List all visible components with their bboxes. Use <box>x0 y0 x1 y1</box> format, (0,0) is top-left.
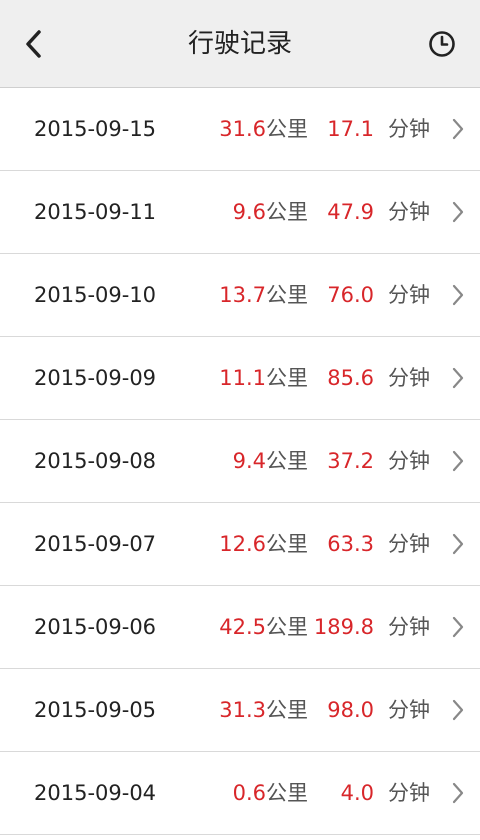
record-date: 2015-09-04 <box>34 781 157 805</box>
distance-value: 31.6 <box>219 117 266 141</box>
chevron-right-icon <box>446 116 470 142</box>
duration-value: 63.3 <box>327 532 374 556</box>
record-date: 2015-09-10 <box>34 283 157 307</box>
record-distance: 42.5公里 <box>219 586 308 668</box>
distance-unit: 公里 <box>266 698 308 722</box>
distance-value: 9.6 <box>232 200 266 224</box>
duration-unit: 分钟 <box>388 532 430 556</box>
record-distance: 0.6公里 <box>233 752 308 834</box>
record-date: 2015-09-11 <box>34 200 157 224</box>
list-item[interactable]: 2015-09-06 42.5公里 189.8 分钟 <box>0 586 480 669</box>
list-item[interactable]: 2015-09-07 12.6公里 63.3 分钟 <box>0 503 480 586</box>
distance-unit: 公里 <box>266 781 308 805</box>
distance-unit: 公里 <box>266 117 308 141</box>
distance-unit: 公里 <box>266 615 308 639</box>
back-button[interactable] <box>14 22 54 66</box>
duration-unit: 分钟 <box>388 200 430 224</box>
record-distance: 9.6公里 <box>233 171 308 253</box>
distance-value: 31.3 <box>219 698 266 722</box>
distance-unit: 公里 <box>266 366 308 390</box>
duration-unit: 分钟 <box>388 449 430 473</box>
distance-unit: 公里 <box>266 449 308 473</box>
record-distance: 31.3公里 <box>219 669 308 751</box>
record-distance: 12.6公里 <box>219 503 308 585</box>
duration-unit: 分钟 <box>388 366 430 390</box>
duration-value: 189.8 <box>313 615 374 639</box>
distance-value: 42.5 <box>219 615 266 639</box>
list-item[interactable]: 2015-09-11 9.6公里 47.9 分钟 <box>0 171 480 254</box>
record-date: 2015-09-09 <box>34 366 157 390</box>
distance-unit: 公里 <box>266 200 308 224</box>
duration-value: 85.6 <box>327 366 374 390</box>
distance-value: 11.1 <box>219 366 266 390</box>
chevron-left-icon <box>26 30 41 58</box>
duration-value: 17.1 <box>327 117 374 141</box>
page-title: 行驶记录 <box>187 29 292 59</box>
list-item[interactable]: 2015-09-04 0.6公里 4.0 分钟 <box>0 752 480 835</box>
record-distance: 9.4公里 <box>233 420 308 502</box>
chevron-right-icon <box>446 365 470 391</box>
list-item[interactable]: 2015-09-15 31.6公里 17.1 分钟 <box>0 88 480 171</box>
record-distance: 11.1公里 <box>219 337 308 419</box>
list-item[interactable]: 2015-09-08 9.4公里 37.2 分钟 <box>0 420 480 503</box>
chevron-right-icon <box>446 199 470 225</box>
chevron-right-icon <box>446 614 470 640</box>
clock-icon <box>429 31 455 57</box>
list-item[interactable]: 2015-09-09 11.1公里 85.6 分钟 <box>0 337 480 420</box>
record-date: 2015-09-15 <box>34 117 157 141</box>
duration-value: 4.0 <box>340 781 374 805</box>
duration-unit: 分钟 <box>388 615 430 639</box>
record-date: 2015-09-07 <box>34 532 157 556</box>
record-distance: 13.7公里 <box>219 254 308 336</box>
app-header: 行驶记录 <box>0 0 480 88</box>
record-list: 2015-09-15 31.6公里 17.1 分钟 2015-09-11 9.6… <box>0 88 480 835</box>
chevron-right-icon <box>446 780 470 806</box>
chevron-right-icon <box>446 531 470 557</box>
distance-value: 9.4 <box>232 449 266 473</box>
record-date: 2015-09-06 <box>34 615 157 639</box>
duration-value: 37.2 <box>327 449 374 473</box>
chevron-right-icon <box>446 282 470 308</box>
record-date: 2015-09-05 <box>34 698 157 722</box>
chevron-right-icon <box>446 697 470 723</box>
duration-unit: 分钟 <box>388 283 430 307</box>
distance-value: 13.7 <box>219 283 266 307</box>
duration-value: 47.9 <box>327 200 374 224</box>
duration-value: 98.0 <box>327 698 374 722</box>
history-button[interactable] <box>424 26 460 62</box>
record-distance: 31.6公里 <box>219 88 308 170</box>
chevron-right-icon <box>446 448 470 474</box>
distance-unit: 公里 <box>266 283 308 307</box>
record-date: 2015-09-08 <box>34 449 157 473</box>
duration-unit: 分钟 <box>388 698 430 722</box>
duration-value: 76.0 <box>327 283 374 307</box>
distance-value: 0.6 <box>232 781 266 805</box>
duration-unit: 分钟 <box>388 781 430 805</box>
duration-unit: 分钟 <box>388 117 430 141</box>
distance-value: 12.6 <box>219 532 266 556</box>
list-item[interactable]: 2015-09-10 13.7公里 76.0 分钟 <box>0 254 480 337</box>
distance-unit: 公里 <box>266 532 308 556</box>
list-item[interactable]: 2015-09-05 31.3公里 98.0 分钟 <box>0 669 480 752</box>
